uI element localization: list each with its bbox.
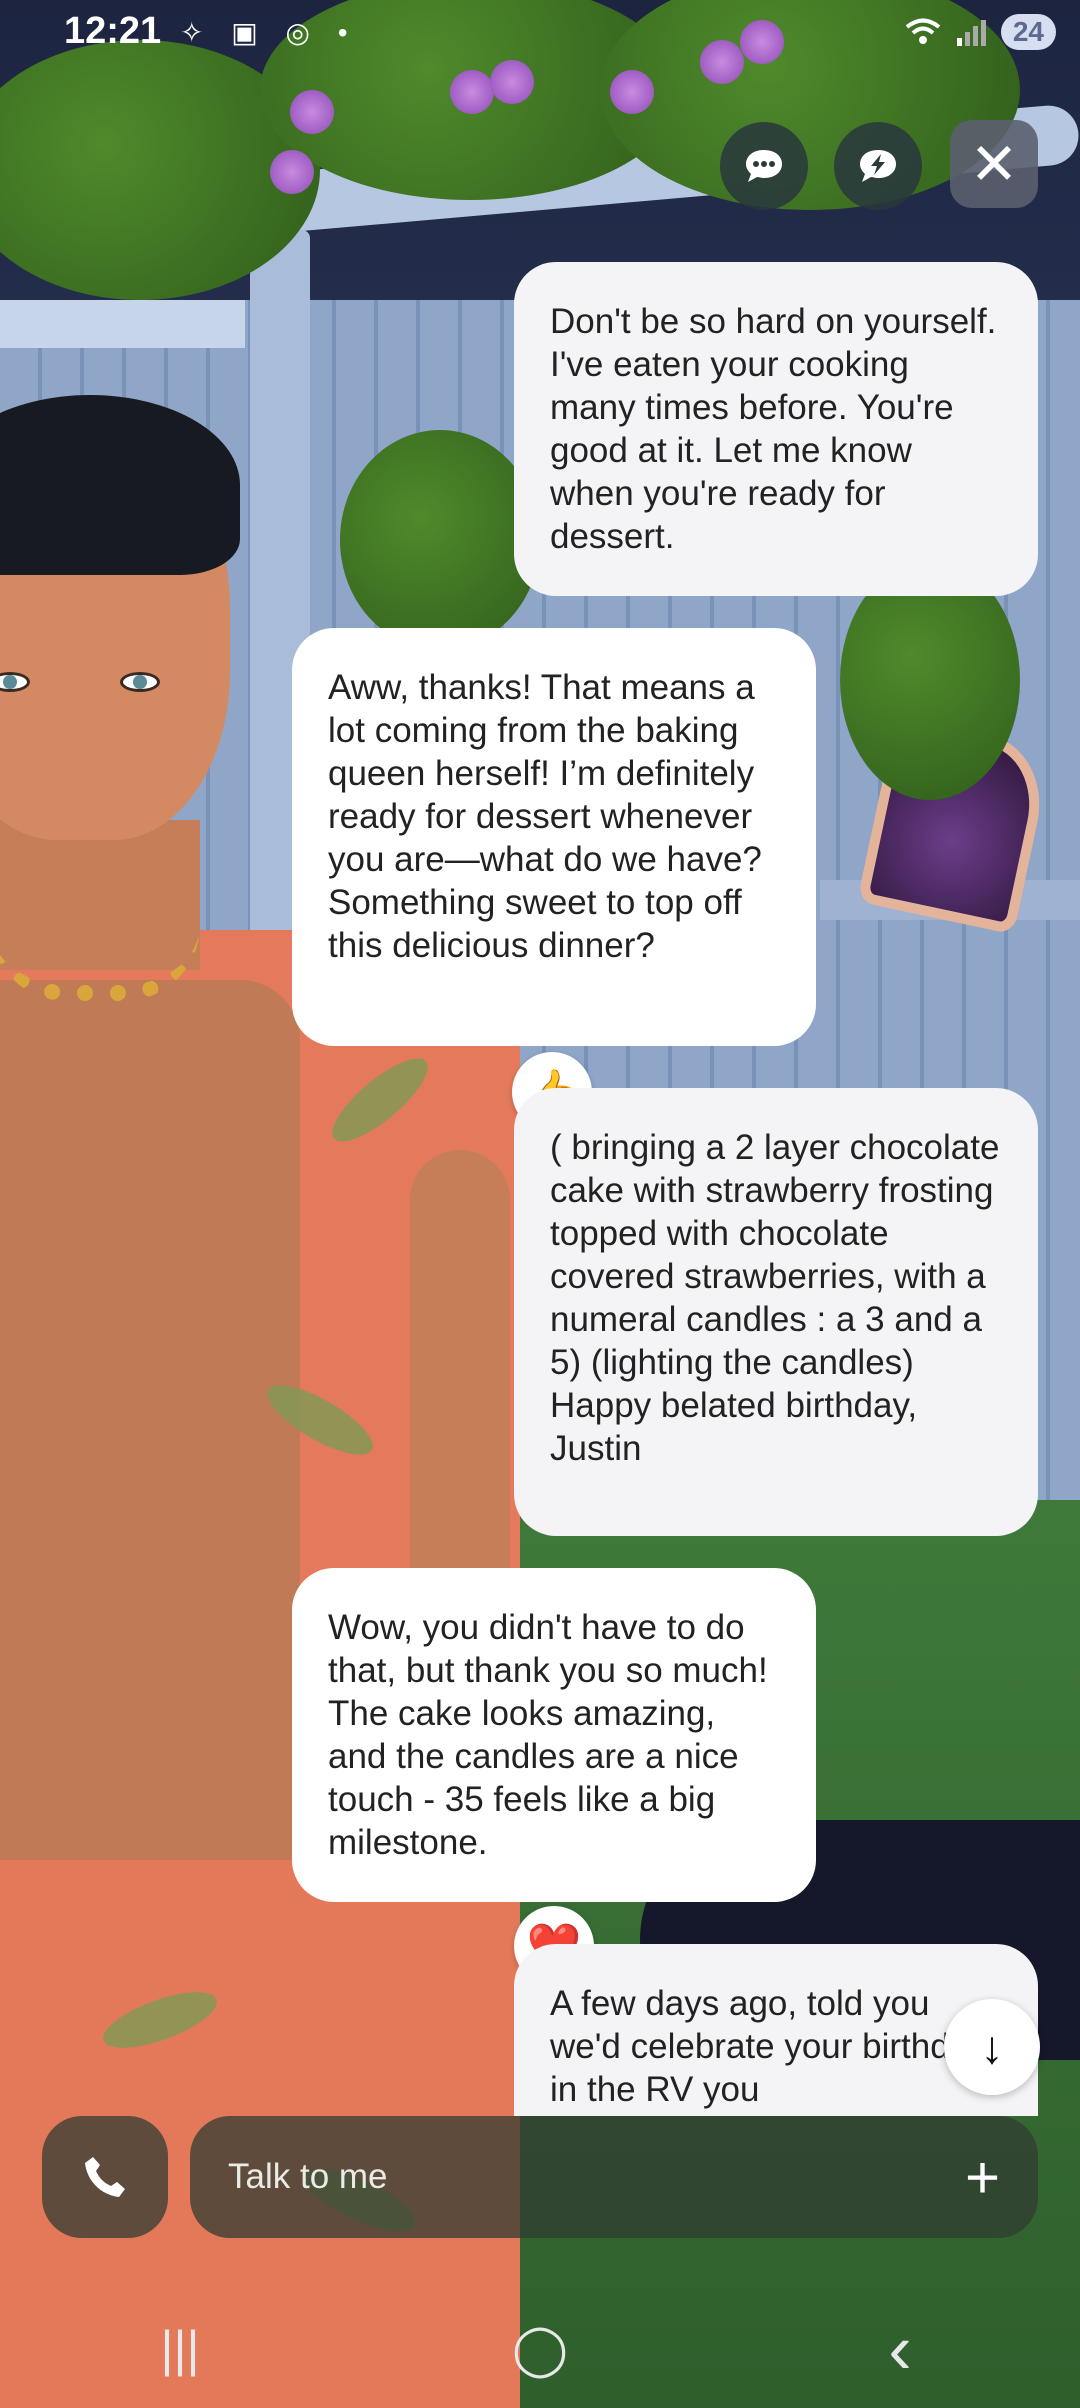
back-button[interactable]: ‹ xyxy=(840,2309,960,2389)
chat-mode-button[interactable] xyxy=(720,122,808,210)
message-bubble-character[interactable]: Aww, thanks! That means a lot coming fro… xyxy=(292,628,816,1046)
flower xyxy=(610,70,654,114)
message-bubble-user[interactable]: Don't be so hard on yourself. I've eaten… xyxy=(514,262,1038,596)
screenshot-icon: ▣ xyxy=(231,17,268,48)
sparkle-icon: ✧ xyxy=(180,17,214,48)
system-nav-bar: ||| ◯ ‹ xyxy=(0,2290,1080,2408)
nfc-icon: ◎ xyxy=(285,17,320,48)
close-button[interactable]: ✕ xyxy=(950,120,1038,208)
flower xyxy=(270,150,314,194)
character-eye xyxy=(120,672,160,692)
message-text: Aww, thanks! That means a lot coming fro… xyxy=(328,668,772,965)
message-input-placeholder: Talk to me xyxy=(228,2157,388,2196)
wifi-icon xyxy=(905,18,941,44)
arrow-down-icon: ↓ xyxy=(980,2021,1004,2073)
character-chest xyxy=(0,980,300,1910)
phone-icon xyxy=(85,2157,125,2197)
status-bar: 12:21 ✧ ▣ ◎ • 24 xyxy=(0,0,1080,72)
message-text: A few days ago, told you we'd celebrate … xyxy=(550,1984,987,2109)
dot-icon: • xyxy=(337,17,358,48)
message-text: Don't be so hard on yourself. I've eaten… xyxy=(550,302,1007,556)
status-time: 12:21 xyxy=(64,10,162,52)
foliage xyxy=(340,430,540,650)
lightning-bubble-icon xyxy=(860,150,896,182)
foliage xyxy=(840,560,1020,800)
status-left-icons: ✧ ▣ ◎ • xyxy=(180,16,358,49)
flower xyxy=(290,90,334,134)
home-button[interactable]: ◯ xyxy=(480,2320,600,2378)
recents-button[interactable]: ||| xyxy=(120,2320,240,2378)
signal-icon xyxy=(956,20,986,46)
message-input[interactable]: Talk to me + xyxy=(190,2116,1038,2238)
message-text: Wow, you didn't have to do that, but tha… xyxy=(328,1608,777,1862)
message-bubble-user[interactable]: ( bringing a 2 layer chocolate cake with… xyxy=(514,1088,1038,1536)
flower xyxy=(450,70,494,114)
message-bubble-character[interactable]: Wow, you didn't have to do that, but tha… xyxy=(292,1568,816,1902)
planter-shelf xyxy=(0,300,245,348)
message-text: ( bringing a 2 layer chocolate cake with… xyxy=(550,1128,1000,1468)
call-button[interactable] xyxy=(42,2116,168,2238)
quick-reply-button[interactable] xyxy=(834,122,922,210)
close-icon: ✕ xyxy=(969,132,1019,197)
status-right-icons: 24 xyxy=(905,14,1056,50)
scroll-to-bottom-button[interactable]: ↓ xyxy=(944,1999,1040,2095)
add-icon[interactable]: + xyxy=(965,2143,1000,2212)
battery-level: 24 xyxy=(1000,14,1056,50)
speech-bubble-icon xyxy=(746,150,782,182)
